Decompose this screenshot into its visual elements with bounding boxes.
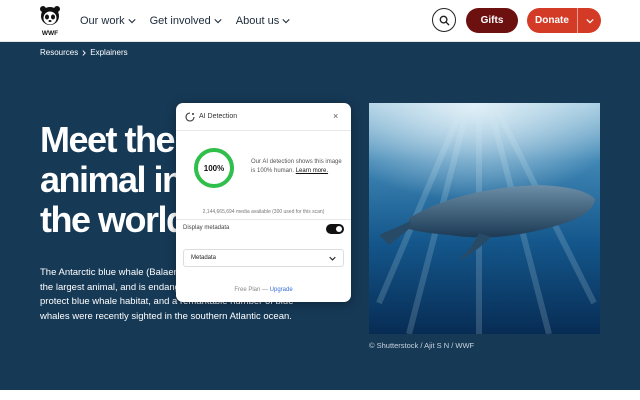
score-value: 100% bbox=[203, 163, 225, 173]
detection-result: Our AI detection shows this image is 100… bbox=[251, 158, 345, 176]
breadcrumb: Resources Explainers bbox=[40, 48, 128, 57]
popup-title: AI Detection bbox=[199, 113, 238, 120]
search-button[interactable] bbox=[432, 8, 456, 32]
display-metadata-label: Display metadata bbox=[183, 225, 230, 231]
plan-text: Free Plan — bbox=[234, 287, 270, 293]
blue-whale-photo bbox=[369, 103, 600, 334]
metadata-select[interactable]: Metadata bbox=[183, 249, 344, 267]
metadata-select-value: Metadata bbox=[191, 255, 217, 261]
upgrade-link[interactable]: Upgrade bbox=[270, 287, 293, 293]
toggle-knob bbox=[336, 226, 342, 232]
chevron-down-icon bbox=[282, 19, 290, 24]
panda-logo-icon[interactable]: WWF bbox=[38, 5, 62, 37]
site-header: WWF Our work Get involved About us Gifts… bbox=[0, 0, 640, 42]
ai-detection-popup: AI Detection × 100% Our AI detection sho… bbox=[176, 103, 351, 302]
nav-about-us[interactable]: About us bbox=[236, 15, 290, 27]
chevron-right-icon bbox=[82, 49, 87, 56]
close-icon[interactable]: × bbox=[333, 112, 338, 121]
display-metadata-toggle[interactable] bbox=[326, 224, 344, 234]
breadcrumb-explainers[interactable]: Explainers bbox=[90, 48, 127, 57]
nav-label: Our work bbox=[80, 15, 125, 27]
nav-label: About us bbox=[235, 15, 280, 27]
breadcrumb-resources[interactable]: Resources bbox=[40, 48, 78, 57]
svg-text:WWF: WWF bbox=[42, 30, 58, 37]
main-nav: Our work Get involved About us bbox=[80, 0, 290, 42]
learn-more-link[interactable]: Learn more. bbox=[296, 168, 328, 174]
chevron-down-icon bbox=[585, 18, 594, 23]
whale-image-icon bbox=[369, 103, 600, 334]
nav-get-involved[interactable]: Get involved bbox=[150, 15, 222, 27]
gifts-label: Gifts bbox=[480, 15, 504, 26]
donate-button[interactable]: Donate bbox=[527, 8, 601, 33]
popup-header: AI Detection × bbox=[176, 103, 351, 131]
photo-credit: © Shutterstock / Ajit S N / WWF bbox=[369, 341, 475, 350]
page-bottom-strip bbox=[0, 390, 640, 400]
media-usage-note: 2,144,665,694 media available (300 used … bbox=[176, 204, 351, 220]
chevron-down-icon bbox=[128, 19, 136, 24]
search-icon bbox=[439, 15, 450, 26]
nav-our-work[interactable]: Our work bbox=[80, 15, 136, 27]
donate-options-toggle[interactable] bbox=[578, 17, 601, 25]
chevron-down-icon bbox=[329, 256, 336, 261]
gifts-button[interactable]: Gifts bbox=[466, 8, 518, 33]
chevron-down-icon bbox=[214, 19, 222, 24]
donate-label: Donate bbox=[535, 15, 569, 26]
ai-detection-logo-icon bbox=[185, 112, 195, 122]
nav-label: Get involved bbox=[149, 15, 211, 27]
plan-info: Free Plan — Upgrade bbox=[176, 287, 351, 293]
